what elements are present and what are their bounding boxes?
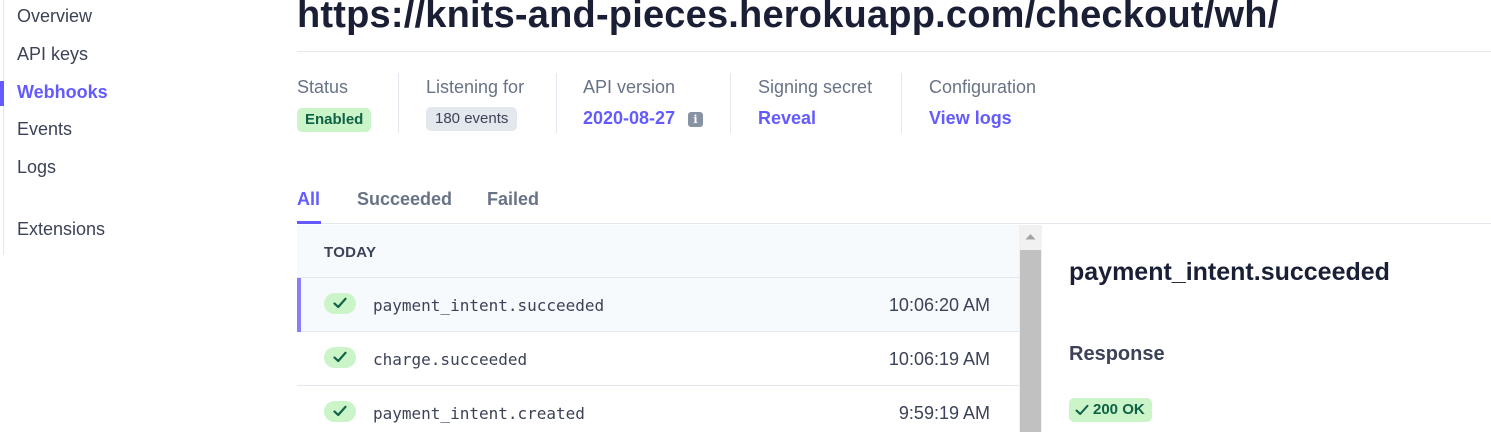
scrollbar-thumb[interactable]: [1020, 250, 1041, 432]
scroll-up-arrow-icon[interactable]: [1019, 225, 1042, 248]
status-badge: Enabled: [297, 108, 372, 132]
response-status-text: 200 OK: [1093, 401, 1145, 418]
scrollbar[interactable]: [1019, 225, 1042, 432]
page-title: https://knits-and-pieces.herokuapp.com/c…: [297, 0, 1279, 36]
listening-for-label: Listening for: [426, 77, 525, 97]
event-name: payment_intent.created: [373, 404, 585, 423]
configuration-label: Configuration: [929, 77, 1037, 97]
selected-row-indicator: [297, 278, 301, 332]
meta-divider: [398, 73, 399, 133]
event-time: 9:59:19 AM: [898, 403, 990, 423]
meta-divider: [556, 73, 557, 133]
success-check-icon: [324, 401, 356, 422]
active-tab-underline: [297, 221, 321, 224]
tab-failed[interactable]: Failed: [487, 189, 539, 210]
event-row[interactable]: payment_intent.succeeded 10:06:20 AM: [297, 278, 1019, 332]
event-time: 10:06:19 AM: [888, 349, 990, 369]
event-row[interactable]: charge.succeeded 10:06:19 AM: [297, 332, 1019, 386]
api-version-link[interactable]: 2020-08-27: [583, 108, 675, 129]
event-list: TODAY payment_intent.succeeded 10:06:20 …: [297, 225, 1019, 432]
meta-divider: [730, 73, 731, 133]
list-group-header: TODAY: [297, 225, 1019, 278]
sidebar-item-logs[interactable]: Logs: [17, 157, 56, 178]
check-icon: [1075, 404, 1089, 415]
tabs-divider: [297, 223, 1491, 224]
info-icon[interactable]: i: [688, 112, 703, 127]
tab-all[interactable]: All: [297, 189, 320, 210]
header-divider: [297, 51, 1491, 52]
sidebar: [0, 0, 4, 255]
event-time: 10:06:20 AM: [888, 295, 990, 315]
event-name: payment_intent.succeeded: [373, 296, 605, 315]
group-label: TODAY: [324, 244, 377, 261]
reveal-secret-link[interactable]: Reveal: [758, 108, 816, 129]
sidebar-item-overview[interactable]: Overview: [17, 6, 92, 27]
event-detail-title: payment_intent.succeeded: [1069, 258, 1390, 286]
response-heading: Response: [1069, 343, 1165, 365]
event-name: charge.succeeded: [373, 350, 528, 369]
signing-secret-label: Signing secret: [758, 77, 873, 97]
events-count-badge: 180 events: [426, 107, 518, 131]
sidebar-item-webhooks[interactable]: Webhooks: [17, 82, 108, 103]
api-version-label: API version: [583, 77, 676, 97]
status-label: Status: [297, 77, 349, 97]
view-logs-link[interactable]: View logs: [929, 108, 1012, 129]
sidebar-item-api-keys[interactable]: API keys: [17, 44, 88, 65]
tab-succeeded[interactable]: Succeeded: [357, 189, 452, 210]
sidebar-active-indicator: [0, 81, 4, 106]
sidebar-item-extensions[interactable]: Extensions: [17, 219, 105, 240]
sidebar-item-events[interactable]: Events: [17, 119, 72, 140]
response-status-badge: 200 OK: [1069, 398, 1152, 422]
success-check-icon: [324, 293, 356, 314]
event-row[interactable]: payment_intent.created 9:59:19 AM: [297, 386, 1019, 432]
success-check-icon: [324, 347, 356, 368]
meta-divider: [901, 73, 902, 133]
